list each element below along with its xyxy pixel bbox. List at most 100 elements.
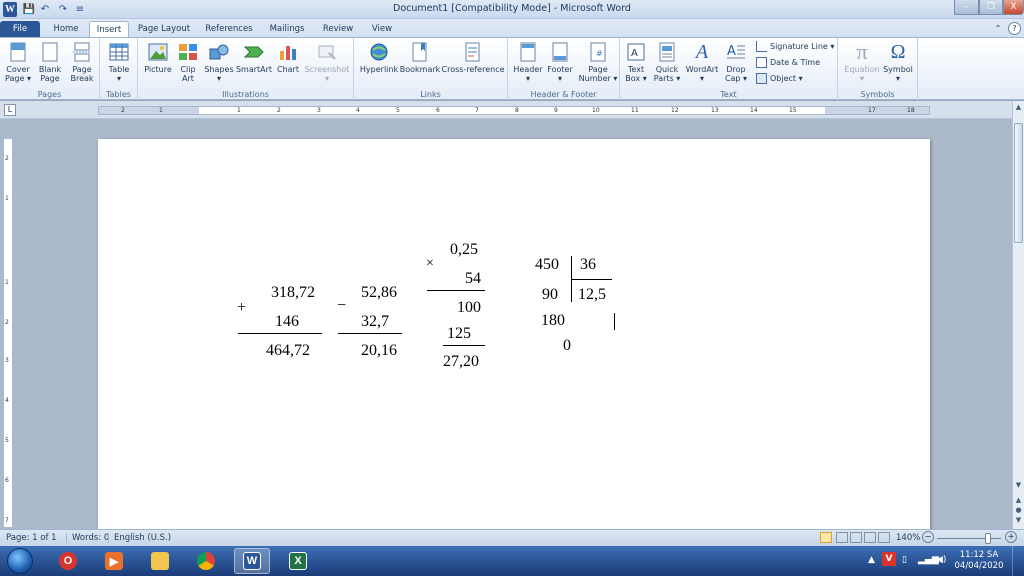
bookmark-button[interactable]: Bookmark bbox=[400, 41, 440, 74]
subtraction-result: 20,16 bbox=[361, 342, 397, 359]
input-method-icon[interactable]: V bbox=[882, 552, 896, 566]
taskbar-chrome[interactable] bbox=[188, 548, 224, 574]
zoom-slider-thumb[interactable] bbox=[985, 533, 991, 544]
clip-art-icon bbox=[177, 41, 199, 63]
next-page-icon[interactable]: ▼ bbox=[1013, 516, 1024, 526]
outline-icon[interactable] bbox=[864, 532, 876, 543]
header-button[interactable]: Header ▾ bbox=[512, 41, 544, 83]
page-number-button[interactable]: # Page Number ▾ bbox=[578, 41, 618, 83]
zoom-in-button[interactable]: + bbox=[1005, 531, 1017, 543]
drop-cap-icon: A bbox=[725, 41, 747, 63]
division-dividend: 450 bbox=[535, 256, 559, 273]
web-layout-icon[interactable] bbox=[850, 532, 862, 543]
horizontal-ruler[interactable]: 2 1 1 2 3 4 5 6 7 8 9 10 11 12 13 14 15 … bbox=[98, 106, 930, 115]
hyperlink-icon bbox=[368, 41, 390, 63]
clock-date: 04/04/2020 bbox=[954, 561, 1004, 571]
multiplication-line-2 bbox=[443, 345, 485, 346]
chart-button[interactable]: Chart bbox=[274, 41, 302, 74]
tab-review[interactable]: Review bbox=[318, 21, 358, 37]
taskbar-media-player[interactable]: ▶ bbox=[96, 548, 132, 574]
tab-file[interactable]: File bbox=[0, 21, 40, 37]
close-button[interactable]: X bbox=[1003, 0, 1024, 15]
vruler-tick: 2 bbox=[5, 319, 9, 326]
page-count[interactable]: Page: 1 of 1 bbox=[6, 533, 57, 543]
browse-object-icon[interactable]: ● bbox=[1013, 506, 1024, 516]
scroll-down-icon[interactable]: ▼ bbox=[1013, 481, 1024, 491]
footer-button[interactable]: Footer ▾ bbox=[544, 41, 576, 83]
draft-icon[interactable] bbox=[878, 532, 890, 543]
cross-reference-button[interactable]: Cross-reference bbox=[442, 41, 505, 74]
zoom-level[interactable]: 140% bbox=[896, 533, 920, 543]
group-label-symbols: Symbols bbox=[860, 90, 895, 99]
quick-parts-button[interactable]: Quick Parts ▾ bbox=[652, 41, 682, 83]
battery-icon[interactable]: ▯ bbox=[902, 555, 907, 565]
taskbar-excel[interactable]: X bbox=[280, 548, 316, 574]
language[interactable]: English (U.S.) bbox=[108, 533, 171, 543]
tab-references[interactable]: References bbox=[200, 21, 258, 37]
blank-page-button[interactable]: Blank Page bbox=[36, 41, 64, 83]
tab-page-layout[interactable]: Page Layout bbox=[134, 21, 194, 37]
restore-button[interactable]: ❐ bbox=[979, 0, 1003, 15]
vertical-ruler[interactable]: 2 1 1 2 3 4 5 6 7 bbox=[3, 138, 13, 528]
folder-icon bbox=[151, 552, 169, 570]
ruler-tick: 15 bbox=[789, 107, 797, 114]
tab-mailings[interactable]: Mailings bbox=[263, 21, 311, 37]
previous-page-icon[interactable]: ▲ bbox=[1013, 496, 1024, 506]
shapes-icon bbox=[208, 41, 230, 63]
group-label-pages: Pages bbox=[37, 90, 62, 99]
date-time-button[interactable]: Date & Time bbox=[756, 57, 820, 68]
tab-selector[interactable]: L bbox=[4, 104, 16, 116]
signature-line-button[interactable]: Signature Line ▾ bbox=[756, 41, 834, 52]
group-text: A Text Box ▾ Quick Parts ▾ A WordArt ▾ A… bbox=[620, 38, 838, 100]
screenshot-button[interactable]: Screenshot ▾ bbox=[304, 41, 350, 83]
table-button[interactable]: Table ▾ bbox=[105, 41, 133, 83]
smartart-button[interactable]: SmartArt bbox=[236, 41, 272, 74]
hyperlink-button[interactable]: Hyperlink bbox=[358, 41, 400, 74]
scroll-thumb[interactable] bbox=[1014, 123, 1023, 243]
multiplication-sign: × bbox=[426, 256, 434, 271]
zoom-out-button[interactable]: − bbox=[922, 531, 934, 543]
clip-art-button[interactable]: Clip Art bbox=[176, 41, 200, 83]
page-break-button[interactable]: Page Break bbox=[68, 41, 96, 83]
taskbar-file-explorer[interactable] bbox=[142, 548, 178, 574]
chart-icon bbox=[277, 41, 299, 63]
text-box-button[interactable]: A Text Box ▾ bbox=[622, 41, 650, 83]
document-page[interactable] bbox=[98, 139, 930, 539]
tab-insert[interactable]: Insert bbox=[89, 21, 129, 37]
minimize-button[interactable]: – bbox=[954, 0, 979, 15]
volume-icon[interactable]: ◀) bbox=[936, 555, 946, 565]
ruler-tick: 11 bbox=[631, 107, 639, 114]
word-count[interactable]: Words: 0 bbox=[66, 533, 109, 543]
page-number-icon: # bbox=[587, 41, 609, 63]
cross-reference-icon bbox=[462, 41, 484, 63]
object-button[interactable]: Object ▾ bbox=[756, 73, 803, 84]
tab-view[interactable]: View bbox=[364, 21, 400, 37]
subtraction-operand-b: 32,7 bbox=[361, 313, 389, 330]
ribbon: Cover Page ▾ Blank Page Page Break Pages… bbox=[0, 37, 1024, 100]
scroll-up-icon[interactable]: ▲ bbox=[1013, 103, 1024, 113]
addition-operand-b: 146 bbox=[275, 313, 299, 330]
taskbar-word[interactable]: W bbox=[234, 548, 270, 574]
picture-button[interactable]: Picture bbox=[142, 41, 174, 74]
system-clock[interactable]: 11:12 SA 04/04/2020 bbox=[950, 550, 1008, 572]
taskbar-opera[interactable]: O bbox=[50, 548, 86, 574]
subtraction-operand-a: 52,86 bbox=[361, 284, 397, 301]
symbol-button[interactable]: Ω Symbol ▾ bbox=[882, 41, 914, 84]
show-desktop-button[interactable] bbox=[1012, 546, 1024, 576]
zoom-slider[interactable] bbox=[937, 538, 1001, 539]
equation-button[interactable]: π Equation ▾ bbox=[842, 39, 882, 83]
vruler-tick: 4 bbox=[5, 397, 9, 404]
minimize-ribbon-icon[interactable]: ⌃ bbox=[992, 21, 1004, 37]
help-icon[interactable]: ? bbox=[1008, 22, 1021, 35]
drop-cap-button[interactable]: A Drop Cap ▾ bbox=[722, 41, 750, 83]
group-label-text: Text bbox=[720, 90, 737, 99]
full-screen-reading-icon[interactable] bbox=[836, 532, 848, 543]
vertical-scrollbar[interactable]: ▲ ▼ ▲ ● ▼ bbox=[1012, 101, 1024, 529]
print-layout-icon[interactable] bbox=[820, 532, 832, 543]
start-button[interactable] bbox=[7, 548, 33, 574]
tab-home[interactable]: Home bbox=[46, 21, 86, 37]
shapes-button[interactable]: Shapes ▾ bbox=[204, 41, 234, 83]
wordart-button[interactable]: A WordArt ▾ bbox=[684, 41, 720, 84]
show-hidden-icons-icon[interactable]: ▲ bbox=[868, 555, 875, 565]
cover-page-button[interactable]: Cover Page ▾ bbox=[4, 41, 32, 83]
